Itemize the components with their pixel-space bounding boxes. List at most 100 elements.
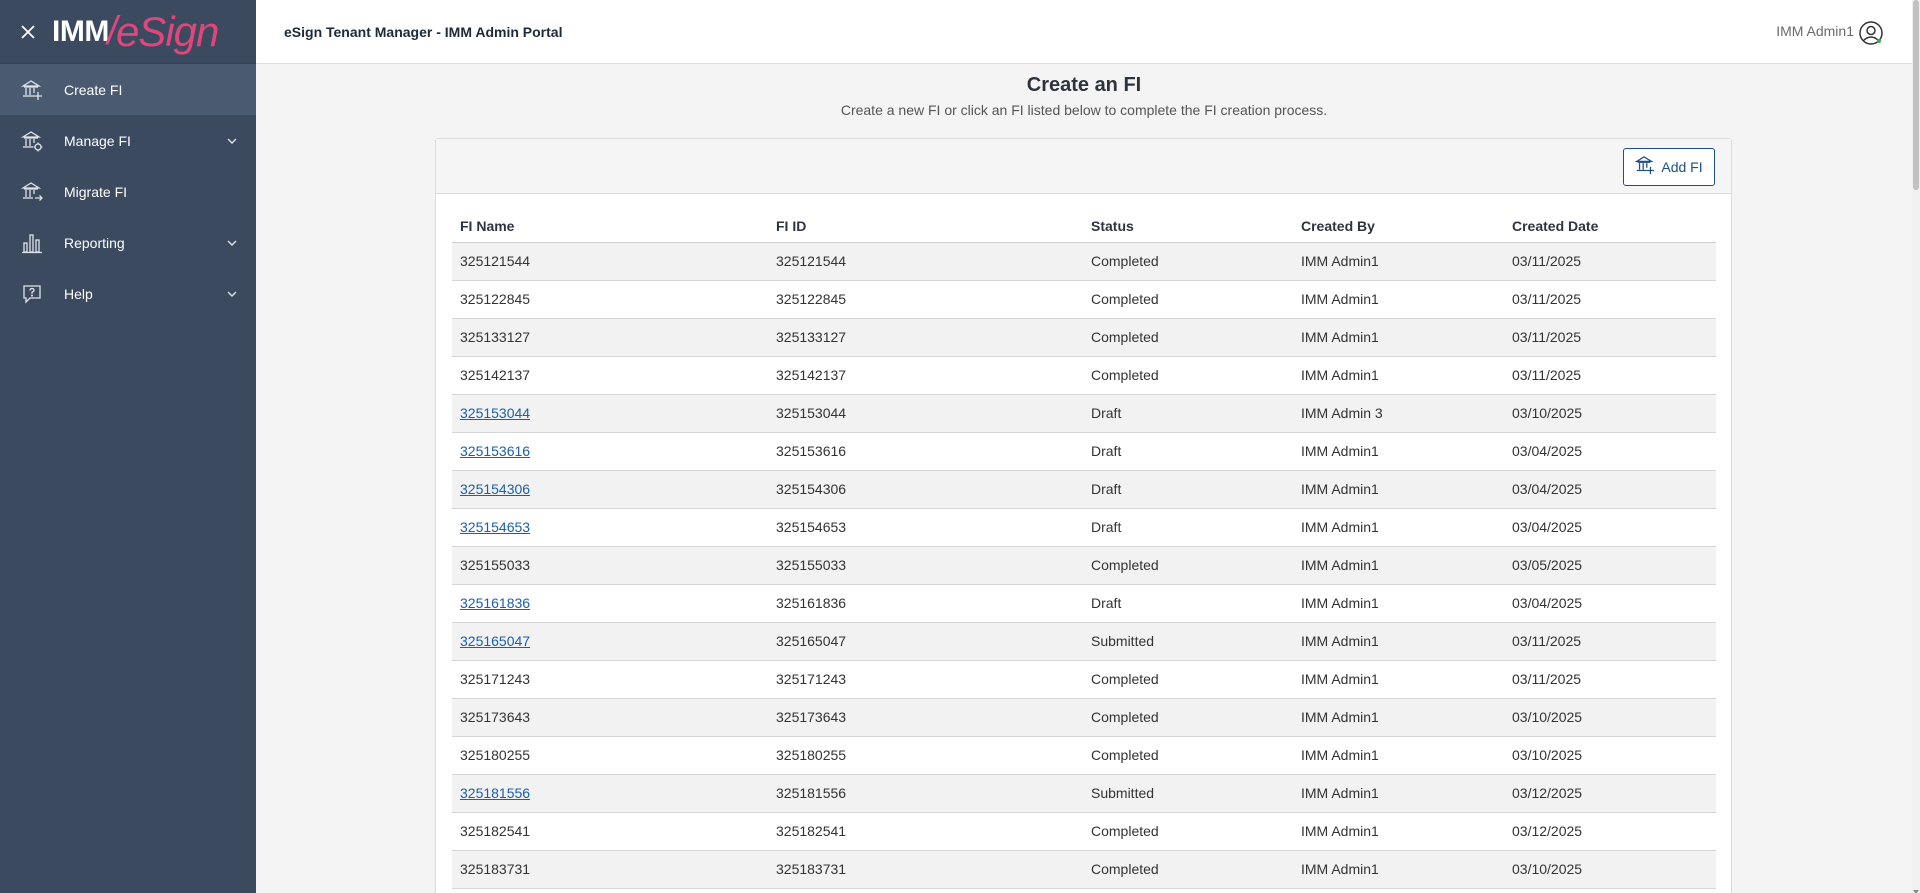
fi-name-cell: 325154653	[452, 508, 768, 547]
table-row: 325182541 325182541 Completed IMM Admin1 03/…	[452, 812, 1716, 851]
fi-id-cell: 325142137	[768, 356, 1083, 395]
status-cell: Draft	[1083, 432, 1293, 471]
fi-id-cell: 325183731	[768, 850, 1083, 889]
fi-name-link[interactable]: 325154306	[460, 481, 530, 497]
created-date-cell: 03/04/2025	[1504, 584, 1716, 623]
fi-name-cell: 325133127	[452, 318, 768, 357]
imm-esign-logo[interactable]: IMM / eSign	[52, 7, 219, 56]
sidebar: IMM / eSign Create FI Manage FI Migrate …	[0, 0, 256, 893]
table-row[interactable]: 325153616 325153616 Draft IMM Admin1 03/04/2…	[452, 432, 1716, 471]
created-by-cell: IMM Admin1	[1293, 432, 1504, 471]
table-row[interactable]: 325153044 325153044 Draft IMM Admin 3 03/10/…	[452, 394, 1716, 433]
user-name[interactable]: IMM Admin1	[1776, 23, 1854, 39]
main-content: Create an FI Create a new FI or click an…	[256, 64, 1912, 893]
chevron-down-icon	[226, 134, 238, 146]
fi-name-link[interactable]: 325153616	[460, 443, 530, 459]
fi-id-cell: 325153616	[768, 432, 1083, 471]
sidebar-item-migrate-fi[interactable]: Migrate FI	[0, 166, 256, 217]
fi-id-cell: 325180255	[768, 736, 1083, 775]
fi-name-cell: 325181556	[452, 774, 768, 813]
fi-name-link[interactable]: 325161836	[460, 595, 530, 611]
table-header-row: FI Name FI ID Status Created By Created …	[452, 211, 1716, 243]
column-header-fi-id[interactable]: FI ID	[768, 211, 1083, 243]
created-by-cell: IMM Admin1	[1293, 660, 1504, 699]
fi-name-cell: 325171243	[452, 660, 768, 699]
close-icon[interactable]	[18, 22, 38, 42]
column-header-status[interactable]: Status	[1083, 211, 1293, 243]
fi-name-cell: 325161836	[452, 584, 768, 623]
table-row: 325180255 325180255 Completed IMM Admin1 03/…	[452, 736, 1716, 775]
logo-esign-text: eSign	[115, 7, 219, 55]
sidebar-nav: Create FI Manage FI Migrate FI Reporting…	[0, 64, 256, 319]
scrollbar-thumb[interactable]	[1913, 0, 1919, 190]
fi-name-cell: 325122845	[452, 280, 768, 319]
fi-name-link[interactable]: 325154653	[460, 519, 530, 535]
sidebar-item-label: Manage FI	[64, 132, 131, 149]
table-row[interactable]: 325165047 325165047 Submitted IMM Admin1 03/…	[452, 622, 1716, 661]
created-date-cell: 03/10/2025	[1504, 394, 1716, 433]
fi-name-cell: 325180255	[452, 736, 768, 775]
user-avatar-icon[interactable]	[1858, 20, 1884, 46]
created-date-cell: 03/04/2025	[1504, 470, 1716, 509]
table-row: 325122845 325122845 Completed IMM Admin1 03/…	[452, 280, 1716, 319]
table-row[interactable]: 325161836 325161836 Draft IMM Admin1 03/04/2…	[452, 584, 1716, 623]
fi-name-link[interactable]: 325153044	[460, 405, 530, 421]
created-by-cell: IMM Admin 3	[1293, 394, 1504, 433]
sidebar-item-help[interactable]: Help	[0, 268, 256, 319]
sidebar-item-label: Create FI	[64, 81, 123, 98]
fi-id-cell: 325154306	[768, 470, 1083, 509]
created-date-cell: 03/10/2025	[1504, 850, 1716, 889]
fi-id-cell: 325153044	[768, 394, 1083, 433]
status-cell: Completed	[1083, 242, 1293, 281]
table-row: 325142137 325142137 Completed IMM Admin1 03/…	[452, 356, 1716, 395]
fi-name-cell: 325142137	[452, 356, 768, 395]
sidebar-item-reporting[interactable]: Reporting	[0, 217, 256, 268]
created-by-cell: IMM Admin1	[1293, 774, 1504, 813]
fi-id-cell: 325171243	[768, 660, 1083, 699]
status-cell: Completed	[1083, 660, 1293, 699]
fi-name-cell: 325183731	[452, 850, 768, 889]
created-date-cell: 03/12/2025	[1504, 774, 1716, 813]
fi-name-cell: 325182541	[452, 812, 768, 851]
table-row[interactable]: 325154306 325154306 Draft IMM Admin1 03/04/2…	[452, 470, 1716, 509]
created-date-cell: 03/11/2025	[1504, 242, 1716, 281]
created-by-cell: IMM Admin1	[1293, 280, 1504, 319]
sidebar-item-create-fi[interactable]: Create FI	[0, 64, 256, 115]
table-row[interactable]: 325154653 325154653 Draft IMM Admin1 03/04/2…	[452, 508, 1716, 547]
column-header-created-date[interactable]: Created Date	[1504, 211, 1716, 243]
fi-id-cell: 325154653	[768, 508, 1083, 547]
fi-name-link[interactable]: 325181556	[460, 785, 530, 801]
status-cell: Completed	[1083, 812, 1293, 851]
created-date-cell: 03/11/2025	[1504, 660, 1716, 699]
created-by-cell: IMM Admin1	[1293, 812, 1504, 851]
app-title: eSign Tenant Manager - IMM Admin Portal	[284, 24, 563, 40]
table-row: 325171243 325171243 Completed IMM Admin1 03/…	[452, 660, 1716, 699]
bank-add-icon	[1634, 155, 1655, 180]
bank-settings-icon	[20, 129, 44, 153]
top-header: eSign Tenant Manager - IMM Admin Portal …	[256, 0, 1920, 64]
status-cell: Completed	[1083, 850, 1293, 889]
page-scrollbar[interactable]	[1912, 0, 1920, 893]
table-row: 325121544 325121544 Completed IMM Admin1 03/…	[452, 242, 1716, 281]
logo-imm-text: IMM	[52, 14, 109, 48]
created-date-cell: 03/05/2025	[1504, 546, 1716, 585]
card-toolbar: Add FI	[436, 139, 1731, 194]
column-header-created-by[interactable]: Created By	[1293, 211, 1504, 243]
created-by-cell: IMM Admin1	[1293, 546, 1504, 585]
status-cell: Completed	[1083, 736, 1293, 775]
fi-name-cell: 325121544	[452, 242, 768, 281]
scroll-down-arrow-icon[interactable]	[1912, 883, 1920, 893]
status-cell: Draft	[1083, 584, 1293, 623]
table-row: 325173643 325173643 Completed IMM Admin1 03/…	[452, 698, 1716, 737]
fi-name-cell: 325153616	[452, 432, 768, 471]
column-header-fi-name[interactable]: FI Name	[452, 211, 768, 243]
created-by-cell: IMM Admin1	[1293, 622, 1504, 661]
fi-name-cell: 325153044	[452, 394, 768, 433]
sidebar-item-manage-fi[interactable]: Manage FI	[0, 115, 256, 166]
fi-id-cell: 325173643	[768, 698, 1083, 737]
fi-name-link[interactable]: 325165047	[460, 633, 530, 649]
add-fi-button[interactable]: Add FI	[1623, 148, 1715, 186]
fi-id-cell: 325182541	[768, 812, 1083, 851]
sidebar-item-label: Reporting	[64, 234, 125, 251]
table-row[interactable]: 325181556 325181556 Submitted IMM Admin1 03/…	[452, 774, 1716, 813]
